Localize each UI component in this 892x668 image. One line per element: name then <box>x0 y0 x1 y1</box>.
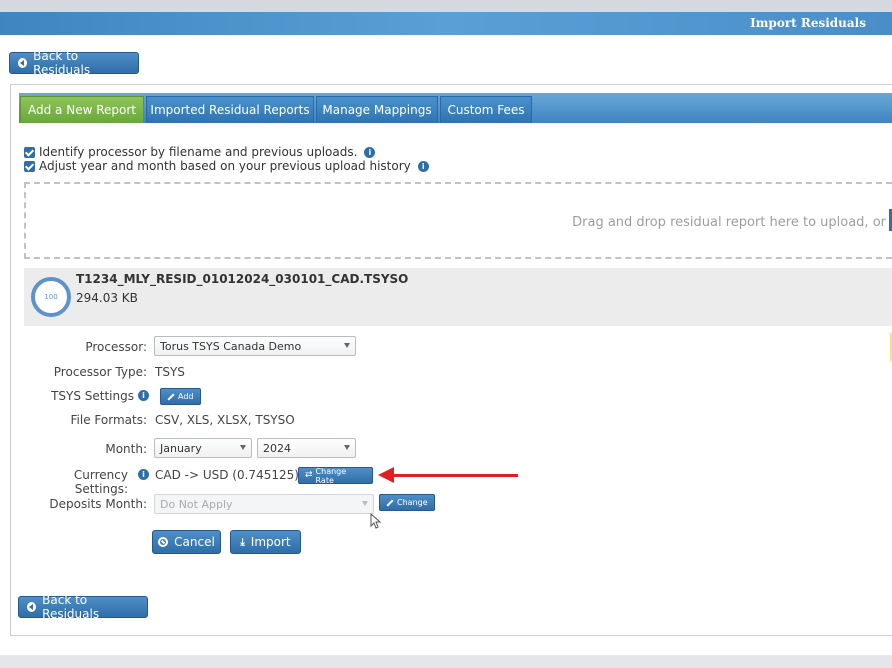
pencil-icon <box>167 392 175 401</box>
change-deposits-month-button[interactable]: Change <box>379 494 435 511</box>
cancel-button[interactable]: Cancel <box>152 530 221 554</box>
identify-processor-option: Identify processor by filename and previ… <box>24 145 376 159</box>
info-icon[interactable]: i <box>417 160 429 172</box>
chevron-down-icon <box>240 445 246 450</box>
back-button-label: Back to Residuals <box>33 49 91 77</box>
window-title: Import Residuals <box>750 16 866 30</box>
deposits-month-value: Do Not Apply <box>160 497 233 511</box>
currency-settings-label: Currency Settings: <box>73 468 128 496</box>
deposits-month-select[interactable]: Do Not Apply <box>154 494 374 514</box>
circle-arrow-left-icon <box>18 58 28 68</box>
change-rate-button[interactable]: ⇄ Change Rate <box>298 466 373 485</box>
tab-label: Imported Residual Reports <box>150 103 310 117</box>
identify-processor-checkbox[interactable] <box>24 146 35 158</box>
annotation-arrow-line <box>392 474 518 477</box>
cancel-circle-icon <box>158 537 169 547</box>
upload-dropzone[interactable]: Drag and drop residual report here to up… <box>24 182 892 259</box>
processor-label: Processor: <box>85 340 147 354</box>
back-to-residuals-button-bottom[interactable]: Back to Residuals <box>18 593 148 621</box>
identify-processor-label: Identify processor by filename and previ… <box>39 145 358 159</box>
tab-label: Add a New Report <box>28 103 136 117</box>
swap-arrows-icon: ⇄ <box>305 470 313 480</box>
chevron-down-icon <box>362 501 368 506</box>
info-icon[interactable]: i <box>138 390 149 401</box>
import-button-label: Import <box>250 535 291 549</box>
file-name: T1234_MLY_RESID_01012024_030101_CAD.TSYS… <box>76 272 409 286</box>
tab-add-new-report[interactable]: Add a New Report <box>20 96 144 123</box>
tab-manage-mappings[interactable]: Manage Mappings <box>316 96 438 123</box>
month-label: Month: <box>105 442 147 456</box>
upload-progress-ring: 100 <box>31 277 71 317</box>
file-formats-label: File Formats: <box>70 413 147 427</box>
year-select-value: 2024 <box>263 441 291 455</box>
tab-custom-fees[interactable]: Custom Fees <box>440 96 532 123</box>
tsys-settings-label: TSYS Settings <box>51 389 134 403</box>
adjust-date-checkbox[interactable] <box>24 160 35 172</box>
year-select[interactable]: 2024 <box>257 438 356 458</box>
change-label: Change <box>397 498 428 507</box>
window-title-bar: Import Residuals <box>0 12 892 35</box>
tab-imported-residual-reports[interactable]: Imported Residual Reports <box>146 96 314 123</box>
info-icon[interactable]: i <box>364 146 376 158</box>
add-tsys-settings-button[interactable]: Add <box>160 388 201 405</box>
tab-label: Custom Fees <box>447 103 525 117</box>
chevron-down-icon <box>344 343 350 348</box>
file-size: 294.03 KB <box>76 291 138 305</box>
change-rate-label: Change Rate <box>315 466 347 485</box>
import-button[interactable]: ⤓ Import <box>230 530 301 554</box>
add-button-label: Add <box>178 392 194 401</box>
currency-settings-value: CAD -> USD (0.745125) <box>155 468 299 482</box>
deposits-month-label: Deposits Month: <box>49 497 147 511</box>
month-select[interactable]: January <box>154 438 252 458</box>
adjust-date-option: Adjust year and month based on your prev… <box>24 159 429 173</box>
tab-label: Manage Mappings <box>322 103 432 117</box>
adjust-date-label: Adjust year and month based on your prev… <box>39 159 411 173</box>
circle-arrow-left-icon <box>27 602 37 612</box>
processor-type-label: Processor Type: <box>53 365 147 379</box>
pencil-icon <box>386 498 394 507</box>
back-to-residuals-button-top[interactable]: Back to Residuals <box>9 49 139 77</box>
dropzone-text: Drag and drop residual report here to up… <box>572 215 886 230</box>
cancel-button-label: Cancel <box>174 535 215 549</box>
processor-select-value: Torus TSYS Canada Demo <box>160 339 302 353</box>
month-select-value: January <box>160 441 202 455</box>
upload-progress-value: 100 <box>44 293 58 301</box>
import-icon: ⤓ <box>240 536 245 548</box>
chevron-down-icon <box>344 445 350 450</box>
back-button-label: Back to Residuals <box>42 593 100 621</box>
processor-select[interactable]: Torus TSYS Canada Demo <box>154 336 356 356</box>
processor-type-value: TSYS <box>155 365 185 379</box>
info-icon[interactable]: i <box>138 469 149 480</box>
file-formats-value: CSV, XLS, XLSX, TSYSO <box>155 413 295 427</box>
